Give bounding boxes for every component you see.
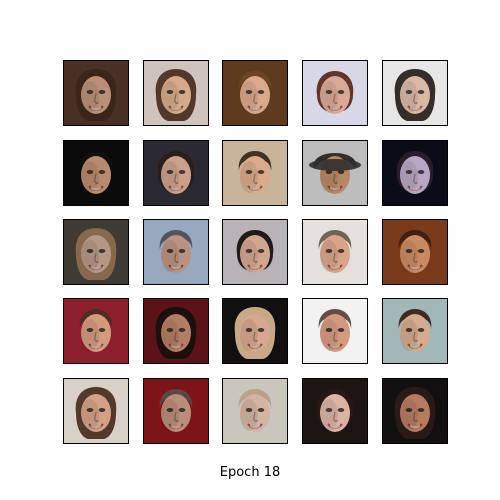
face-image bbox=[63, 378, 129, 444]
face-image bbox=[63, 140, 129, 206]
face-image bbox=[222, 298, 288, 364]
face-image bbox=[143, 60, 209, 126]
face-grid bbox=[0, 0, 500, 460]
face-image bbox=[143, 219, 209, 285]
face-image bbox=[382, 60, 448, 126]
face-image bbox=[222, 140, 288, 206]
face-image bbox=[63, 60, 129, 126]
figure-caption: Epoch 18 bbox=[219, 465, 281, 480]
face-image bbox=[302, 219, 368, 285]
face-image bbox=[63, 219, 129, 285]
face-image bbox=[302, 378, 368, 444]
face-image bbox=[143, 298, 209, 364]
face-image bbox=[382, 140, 448, 206]
face-image bbox=[382, 219, 448, 285]
face-image bbox=[143, 378, 209, 444]
face-image bbox=[222, 60, 288, 126]
face-image bbox=[302, 60, 368, 126]
face-image bbox=[222, 378, 288, 444]
face-image bbox=[63, 298, 129, 364]
face-image bbox=[143, 140, 209, 206]
face-image bbox=[382, 298, 448, 364]
face-image bbox=[302, 140, 368, 206]
face-image bbox=[382, 378, 448, 444]
face-image bbox=[222, 219, 288, 285]
face-image bbox=[302, 298, 368, 364]
